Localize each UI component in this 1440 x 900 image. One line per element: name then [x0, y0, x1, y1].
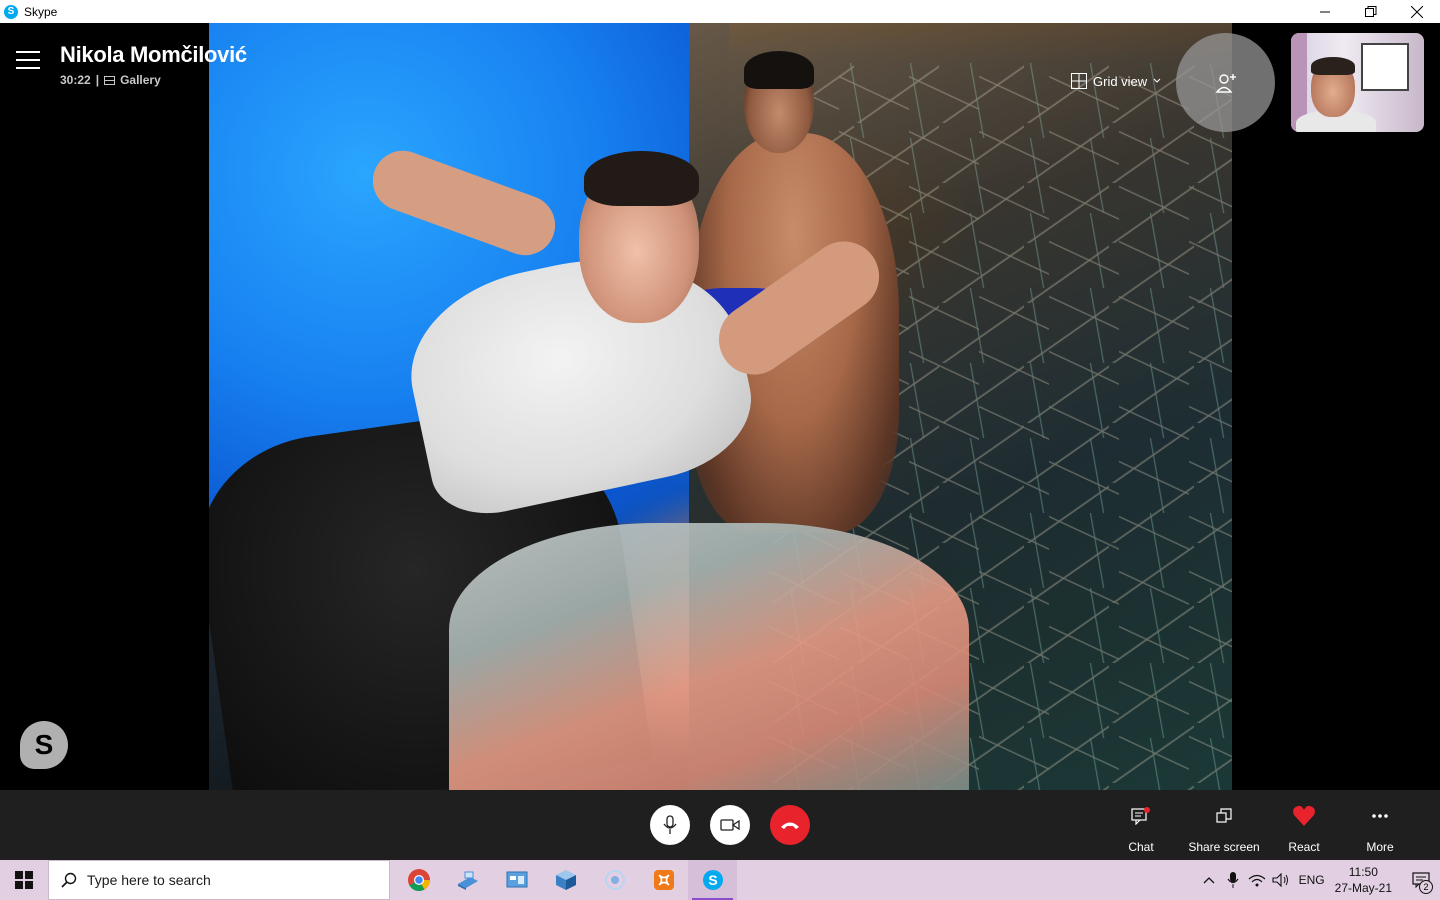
- react-button[interactable]: React: [1284, 804, 1324, 854]
- clock-time: 11:50: [1348, 865, 1378, 879]
- grid-view-label: Grid view: [1093, 73, 1148, 89]
- file-explorer-app[interactable]: [443, 860, 492, 900]
- skype-taskbar-app[interactable]: S: [688, 860, 737, 900]
- chevron-up-icon: [1203, 877, 1215, 884]
- skype-icon: S: [702, 870, 723, 890]
- self-view-hair: [1311, 57, 1355, 75]
- share-screen-icon: [1216, 808, 1232, 823]
- action-center-button[interactable]: 2: [1406, 860, 1436, 900]
- close-button[interactable]: [1394, 0, 1440, 23]
- grid-icon: [1071, 73, 1087, 89]
- caller-name: Nikola Momčilović: [60, 42, 247, 67]
- self-view-monitor: [1361, 43, 1409, 91]
- taskbar-pinned-apps: S: [394, 860, 737, 900]
- microphone-tray-icon: [1227, 872, 1239, 888]
- chat-label: Chat: [1128, 840, 1154, 854]
- search-icon: [61, 872, 77, 888]
- self-video-preview[interactable]: [1291, 33, 1424, 132]
- close-icon: [1411, 5, 1423, 18]
- call-info-panel: Nikola Momčilović 30:22 | Gallery S: [0, 23, 247, 790]
- notification-count-badge: 2: [1419, 880, 1433, 894]
- cortana-app[interactable]: [590, 860, 639, 900]
- folder-icon: [457, 871, 478, 890]
- microphone-tray-button[interactable]: [1221, 860, 1245, 900]
- taskbar-clock[interactable]: 11:50 27-May-21: [1335, 864, 1392, 896]
- microphone-button[interactable]: [650, 805, 690, 845]
- camera-button[interactable]: [710, 805, 750, 845]
- restore-button[interactable]: [1348, 0, 1394, 23]
- app-orange-icon: [653, 870, 674, 890]
- network-tray-button[interactable]: [1245, 860, 1269, 900]
- windows-taskbar: Type here to search S ENG 11:50 27-May-2…: [0, 860, 1440, 900]
- restore-icon: [1365, 5, 1377, 17]
- add-participant-button[interactable]: [1176, 33, 1275, 132]
- hang-up-icon: [781, 822, 799, 829]
- share-screen-button[interactable]: Share screen: [1184, 804, 1264, 854]
- hamburger-menu-icon[interactable]: [16, 51, 40, 71]
- share-screen-label: Share screen: [1188, 840, 1260, 854]
- heart-icon: [1293, 805, 1315, 826]
- remote-video-feed: [209, 23, 1232, 790]
- grid-view-toggle[interactable]: Grid view: [1071, 73, 1161, 89]
- video-hair-foreground: [584, 151, 699, 206]
- window-title: Skype: [24, 4, 58, 19]
- input-language[interactable]: ENG: [1299, 873, 1325, 887]
- control-panel-app[interactable]: [492, 860, 541, 900]
- chrome-icon: [407, 869, 430, 891]
- search-placeholder: Type here to search: [87, 872, 211, 888]
- video-hair-background: [744, 51, 814, 89]
- call-control-bar: Chat Share screen React More: [0, 790, 1440, 860]
- skype-logo-icon: S: [4, 4, 18, 19]
- skype-watermark-icon: S: [20, 721, 68, 769]
- svg-text:S: S: [708, 872, 717, 888]
- microphone-icon: [663, 815, 677, 834]
- more-dots-icon: [1372, 814, 1388, 818]
- cortana-circle-icon: [604, 870, 625, 890]
- wifi-icon: [1248, 874, 1266, 887]
- video-camera-icon: [720, 819, 740, 831]
- window-titlebar: S Skype: [0, 0, 1440, 23]
- 3d-box-icon: [555, 870, 576, 890]
- volume-tray-button[interactable]: [1269, 860, 1293, 900]
- window-controls: [1302, 0, 1440, 23]
- more-label: More: [1366, 840, 1394, 854]
- chat-button[interactable]: Chat: [1118, 804, 1164, 854]
- end-call-button[interactable]: [770, 805, 810, 845]
- react-label: React: [1288, 840, 1320, 854]
- meta-separator: |: [95, 73, 100, 87]
- chevron-down-icon: [1153, 78, 1161, 83]
- more-button[interactable]: More: [1360, 804, 1400, 854]
- 3d-viewer-app[interactable]: [541, 860, 590, 900]
- speaker-icon: [1272, 873, 1288, 887]
- gallery-label[interactable]: Gallery: [120, 73, 161, 87]
- chrome-app[interactable]: [394, 860, 443, 900]
- call-meta: 30:22 | Gallery: [60, 73, 161, 87]
- show-hidden-icons-button[interactable]: [1197, 860, 1221, 900]
- call-duration: 30:22: [60, 73, 91, 87]
- system-tray: ENG 11:50 27-May-21 2: [1197, 860, 1440, 900]
- clock-date: 27-May-21: [1334, 881, 1392, 895]
- orange-app[interactable]: [639, 860, 688, 900]
- taskbar-search-box[interactable]: Type here to search: [48, 860, 390, 900]
- windows-logo-icon: [15, 871, 33, 889]
- add-person-icon: [1215, 73, 1236, 93]
- control-panel-icon: [506, 871, 527, 888]
- minimize-icon: [1320, 11, 1330, 12]
- call-stage: Nikola Momčilović 30:22 | Gallery S Grid…: [0, 23, 1440, 790]
- gallery-icon: [104, 75, 116, 85]
- chat-icon: [1131, 807, 1150, 825]
- start-button[interactable]: [0, 860, 48, 900]
- minimize-button[interactable]: [1302, 0, 1348, 23]
- video-blanket: [449, 523, 969, 790]
